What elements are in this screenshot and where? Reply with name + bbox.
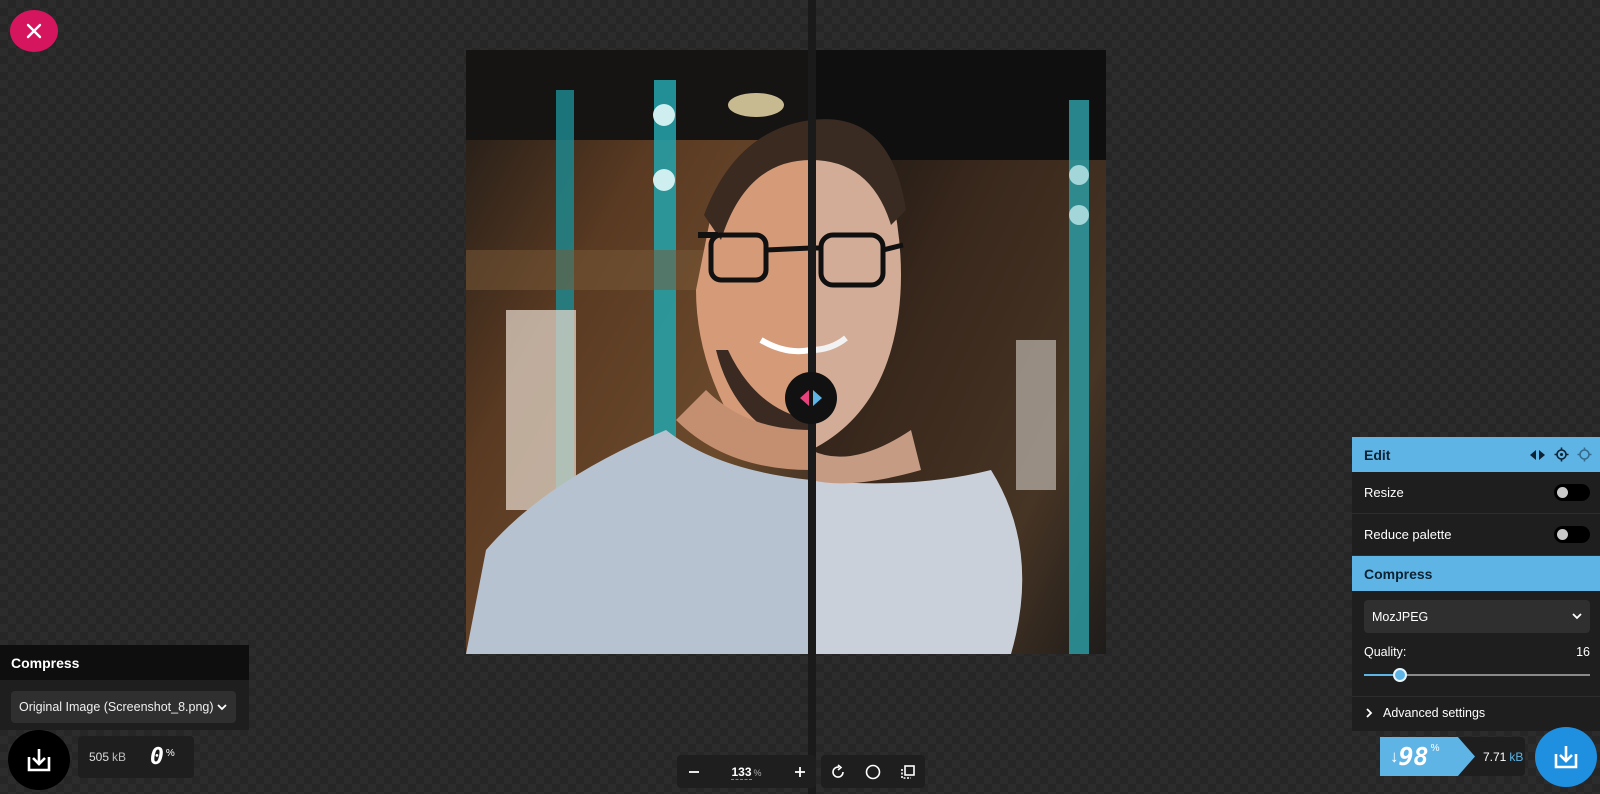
left-percent-sign: % (165, 747, 175, 759)
zoom-value: 133 (731, 764, 752, 780)
advanced-settings-toggle[interactable]: Advanced settings (1352, 696, 1600, 728)
split-arrows-icon (800, 390, 822, 406)
rotate-icon (832, 763, 845, 778)
reduce-palette-row: Reduce palette (1352, 514, 1600, 556)
image-preview[interactable] (466, 50, 1106, 654)
resize-label: Resize (1364, 485, 1404, 500)
zoom-unit: % (753, 767, 762, 778)
size-saving-badge: ↓ 98 % (1380, 737, 1475, 776)
right-download-button[interactable] (1535, 727, 1597, 787)
compressed-image (811, 50, 1106, 654)
chevron-down-icon (1572, 613, 1582, 620)
left-source-select[interactable]: Original Image (Screenshot_8.png) (11, 691, 236, 723)
saving-value: 98 (1398, 742, 1429, 771)
close-icon (26, 23, 42, 39)
resize-row: Resize (1352, 472, 1600, 514)
quality-slider[interactable] (1364, 668, 1590, 682)
minus-icon (688, 770, 699, 773)
swap-sides-icon[interactable] (1529, 449, 1546, 461)
left-file-stats: 505 kB 0 % (78, 736, 194, 778)
settings-icon[interactable] (1554, 447, 1569, 462)
close-button[interactable] (10, 10, 58, 52)
codec-select[interactable]: MozJPEG (1364, 600, 1590, 633)
slider-thumb[interactable] (1393, 668, 1408, 682)
saving-sign: % (1430, 743, 1440, 754)
view-tools (821, 755, 925, 788)
plus-icon (794, 766, 805, 777)
copy-settings-icon[interactable] (1577, 447, 1592, 462)
right-options-panel: Edit Resize Reduce palette Compress MozJ… (1352, 437, 1600, 731)
left-panel-title: Compress (0, 645, 249, 680)
zoom-level[interactable]: 133% (710, 764, 783, 780)
output-size-value: 7.71 (1483, 749, 1507, 764)
chevron-right-icon (1366, 707, 1373, 718)
edit-header: Edit (1352, 437, 1600, 472)
divider-handle[interactable] (785, 372, 837, 424)
rotate-button[interactable] (822, 755, 855, 788)
zoom-in-button[interactable] (783, 755, 816, 788)
left-size-value: 505 (89, 750, 110, 764)
output-size-unit: kB (1509, 749, 1524, 764)
left-percent-value: 0 (150, 744, 164, 770)
reduce-palette-label: Reduce palette (1364, 527, 1452, 542)
circle-icon (865, 764, 881, 779)
crop-icon (900, 764, 915, 779)
down-arrow-icon: ↓ (1390, 746, 1399, 766)
edit-title: Edit (1364, 446, 1391, 463)
reduce-palette-toggle[interactable] (1554, 526, 1590, 543)
original-image (466, 50, 811, 654)
codec-value: MozJPEG (1372, 609, 1429, 624)
quality-row: Quality: 16 (1364, 645, 1590, 659)
advanced-settings-label: Advanced settings (1383, 705, 1486, 720)
right-file-stats: ↓ 98 % 7.71 kB (1380, 737, 1525, 776)
left-source-value: Original Image (Screenshot_8.png) (19, 700, 214, 714)
crop-view-button[interactable] (891, 755, 924, 788)
left-options-panel: Compress Original Image (Screenshot_8.pn… (0, 645, 249, 730)
left-download-button[interactable] (8, 730, 70, 790)
download-icon (1554, 746, 1578, 769)
zoom-controls: 133% (677, 755, 816, 788)
resize-toggle[interactable] (1554, 484, 1590, 501)
quality-value[interactable]: 16 (1576, 645, 1590, 659)
quality-label: Quality: (1364, 645, 1407, 659)
compress-title: Compress (1352, 556, 1600, 591)
background-toggle-button[interactable] (856, 755, 889, 788)
chevron-down-icon (217, 703, 227, 710)
left-size-unit: kB (112, 750, 127, 764)
output-size: 7.71 kB (1483, 750, 1523, 764)
download-icon (27, 749, 51, 772)
zoom-out-button[interactable] (677, 755, 710, 788)
